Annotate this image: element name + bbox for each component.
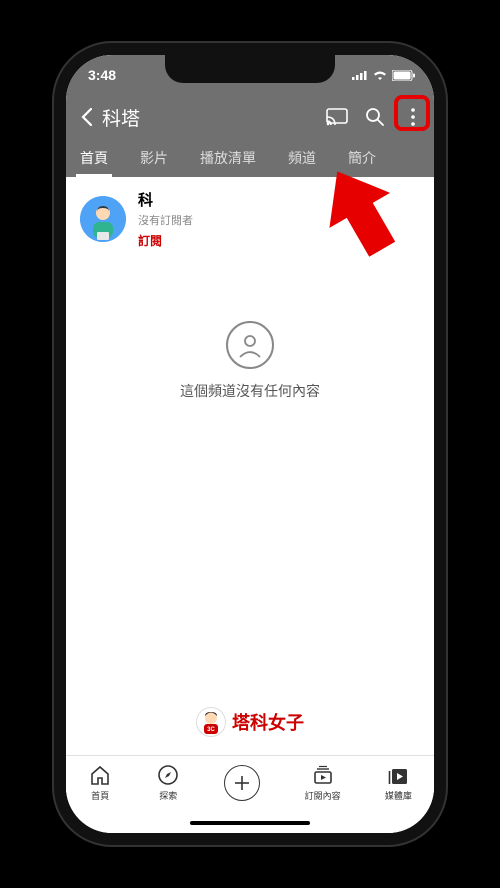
tab-home[interactable]: 首頁 <box>76 139 112 177</box>
status-time: 3:48 <box>88 67 116 83</box>
channel-avatar[interactable] <box>80 196 126 242</box>
notch <box>165 55 335 83</box>
empty-profile-icon <box>226 321 274 369</box>
wifi-icon <box>372 70 388 81</box>
phone-frame: 3:48 科塔 <box>54 43 446 845</box>
watermark: 3C 塔科女子 <box>66 707 434 737</box>
nav-create[interactable] <box>224 765 260 801</box>
nav-subscriptions-label: 訂閱內容 <box>305 789 341 802</box>
highlight-box <box>394 95 430 131</box>
nav-home-label: 首頁 <box>91 789 109 802</box>
status-indicators <box>352 70 416 81</box>
nav-explore[interactable]: 探索 <box>156 763 180 802</box>
plus-icon <box>224 765 260 801</box>
tab-videos[interactable]: 影片 <box>136 139 172 177</box>
app-header: 科塔 <box>66 95 434 139</box>
library-icon <box>386 763 410 787</box>
tab-playlists[interactable]: 播放清單 <box>196 139 260 177</box>
cast-icon[interactable] <box>326 106 348 128</box>
back-button[interactable] <box>72 107 100 127</box>
home-indicator <box>66 813 434 833</box>
nav-library[interactable]: 媒體庫 <box>385 763 412 802</box>
watermark-text: 塔科女子 <box>232 709 304 735</box>
signal-icon <box>352 70 368 80</box>
tab-channels[interactable]: 頻道 <box>284 139 320 177</box>
channel-tabs: 首頁 影片 播放清單 頻道 簡介 <box>66 139 434 177</box>
nav-home[interactable]: 首頁 <box>88 763 112 802</box>
content-area: 這個頻道沒有任何內容 3C 塔科女子 <box>66 261 434 755</box>
watermark-avatar-icon: 3C <box>196 707 226 737</box>
battery-icon <box>392 70 416 81</box>
search-icon[interactable] <box>364 106 386 128</box>
channel-subscribers: 沒有訂閱者 <box>138 212 193 228</box>
subscriptions-icon <box>311 763 335 787</box>
compass-icon <box>156 763 180 787</box>
svg-text:3C: 3C <box>207 727 215 733</box>
nav-library-label: 媒體庫 <box>385 789 412 802</box>
nav-explore-label: 探索 <box>159 789 177 802</box>
subscribe-button[interactable]: 訂閱 <box>138 232 193 249</box>
channel-name: 科 <box>138 189 193 210</box>
header-title: 科塔 <box>102 104 326 131</box>
empty-state-text: 這個頻道沒有任何內容 <box>180 381 320 401</box>
home-icon <box>88 763 112 787</box>
nav-subscriptions[interactable]: 訂閱內容 <box>305 763 341 802</box>
bottom-nav: 首頁 探索 訂閱內容 <box>66 755 434 813</box>
